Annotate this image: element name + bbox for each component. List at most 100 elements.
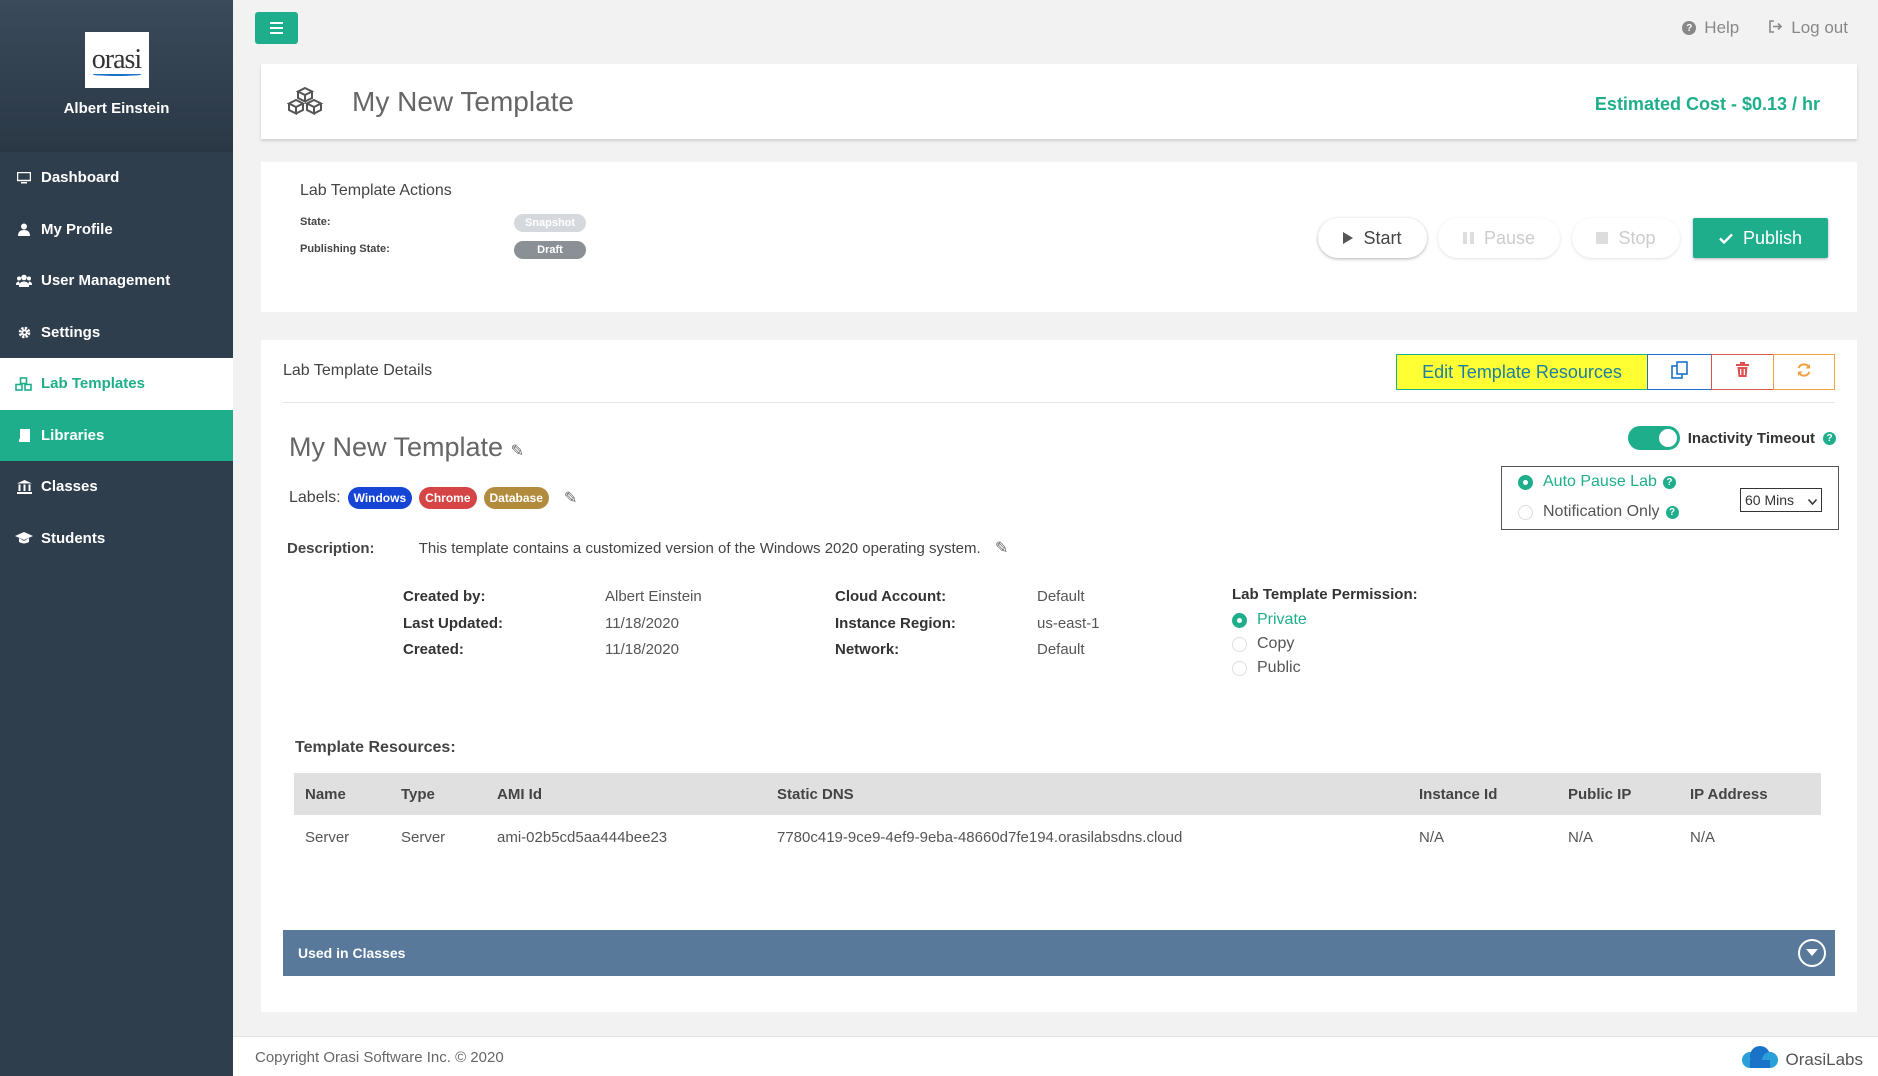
start-button[interactable]: Start	[1318, 218, 1427, 258]
created-by-label: Created by:	[403, 588, 486, 605]
column-header: AMI Id	[486, 773, 766, 815]
user-name: Albert Einstein	[63, 100, 170, 117]
question-icon: ?	[1682, 21, 1697, 35]
copy-button[interactable]	[1647, 354, 1712, 390]
sidebar-item-label: Libraries	[41, 426, 105, 444]
column-header: Static DNS	[766, 773, 1408, 815]
label-tag: Windows	[347, 487, 413, 509]
sidebar-item-dashboard[interactable]: Dashboard	[0, 152, 233, 204]
orasilabs-logo: OrasiLabs	[1738, 1045, 1863, 1074]
play-icon	[1343, 228, 1354, 249]
radio-selected-icon	[1232, 612, 1247, 628]
sidebar-item-label: Students	[41, 529, 106, 547]
column-header: Instance Id	[1408, 773, 1557, 815]
refresh-icon	[1796, 362, 1812, 383]
permission-private-radio[interactable]: Private	[1232, 611, 1307, 629]
sidebar-header: orasi Albert Einstein	[0, 0, 233, 152]
table-cell: ami-02b5cd5aa444bee23	[497, 828, 668, 846]
help-link[interactable]: ? Help	[1682, 18, 1739, 38]
last-updated-label: Last Updated:	[403, 615, 504, 632]
details-title: Lab Template Details	[283, 362, 433, 379]
graduation-cap-icon	[13, 531, 35, 545]
sidebar-item-label: My Profile	[41, 220, 113, 238]
sidebar-item-settings[interactable]: Settings	[0, 307, 233, 359]
state-label: State:	[300, 216, 331, 228]
created-label: Created:	[403, 641, 464, 658]
sidebar-item-label: Dashboard	[41, 169, 120, 187]
table-cell: 7780c419-9ce9-4ef9-9eba-48660d7fe194.ora…	[777, 828, 1183, 846]
table-row[interactable]: Server Server ami-02b5cd5aa444bee23 7780…	[294, 815, 1821, 859]
edit-labels-pencil-icon[interactable]: ✎	[564, 488, 577, 508]
sidebar-item-libraries[interactable]: Libraries	[0, 409, 233, 461]
permission-copy-radio[interactable]: Copy	[1232, 635, 1294, 653]
help-icon[interactable]: ?	[1662, 475, 1676, 489]
cubes-icon	[13, 376, 35, 391]
copyright-text: Copyright Orasi Software Inc. © 2020	[255, 1049, 504, 1066]
sidebar-item-my-profile[interactable]: My Profile	[0, 204, 233, 256]
labels-row: Labels: Windows Chrome Database ✎	[289, 487, 578, 509]
page-header: My New Template Estimated Cost - $0.13 /…	[261, 64, 1857, 139]
sidebar-item-label: Settings	[41, 323, 101, 341]
resources-title: Template Resources:	[295, 739, 456, 756]
edit-description-pencil-icon[interactable]: ✎	[995, 540, 1008, 557]
sidebar-item-classes[interactable]: Classes	[0, 461, 233, 513]
table-cell: N/A	[1568, 828, 1594, 846]
footer: Copyright Orasi Software Inc. © 2020 Ora…	[233, 1036, 1878, 1076]
created-by-value: Albert Einstein	[605, 588, 702, 605]
institution-icon	[13, 479, 35, 494]
publishing-state-label: Publishing State:	[300, 243, 390, 255]
refresh-button[interactable]	[1773, 354, 1835, 390]
publish-button[interactable]: Publish	[1693, 218, 1828, 258]
template-name: My New Template ✎	[289, 432, 524, 462]
sidebar-item-students[interactable]: Students	[0, 513, 233, 565]
table-cell: Server	[401, 828, 446, 846]
description-text: This template contains a customized vers…	[418, 540, 981, 557]
gear-icon	[13, 326, 35, 339]
inactivity-timeout-row: Inactivity Timeout ?	[1627, 426, 1836, 450]
sidebar: orasi Albert Einstein Dashboard My Profi…	[0, 0, 233, 1076]
auto-pause-radio[interactable]: Auto Pause Lab ?	[1518, 473, 1676, 491]
radio-icon	[1232, 660, 1247, 676]
cloud-icon	[1738, 1045, 1782, 1074]
sidebar-item-label: Classes	[41, 478, 98, 496]
help-icon[interactable]: ?	[1823, 431, 1836, 445]
notification-only-radio[interactable]: Notification Only ?	[1518, 503, 1679, 521]
trash-icon	[1736, 362, 1749, 382]
edit-template-resources-button[interactable]: Edit Template Resources	[1396, 354, 1648, 390]
orasi-logo: orasi	[84, 32, 149, 88]
radio-selected-icon	[1518, 474, 1533, 490]
lab-template-actions: Lab Template Actions State: Snapshot Pub…	[261, 162, 1857, 312]
description-row: Description: This template contains a cu…	[287, 540, 1009, 557]
sidebar-item-user-management[interactable]: User Management	[0, 255, 233, 307]
label-tag: Database	[483, 487, 549, 509]
top-links: ? Help Log out	[1682, 18, 1848, 38]
inactivity-timeout-toggle[interactable]	[1627, 426, 1680, 450]
menu-toggle-button[interactable]	[255, 12, 298, 44]
sidebar-item-lab-templates[interactable]: Lab Templates	[0, 358, 233, 410]
cubes-icon	[286, 86, 324, 121]
permission-public-radio[interactable]: Public	[1232, 659, 1301, 677]
table-cell: N/A	[1690, 828, 1716, 846]
sign-out-icon	[1769, 18, 1783, 38]
details-toolbar: Edit Template Resources	[1396, 354, 1835, 390]
sidebar-item-label: User Management	[41, 272, 171, 290]
permission-title: Lab Template Permission:	[1232, 586, 1418, 603]
timeout-select[interactable]: 60 Mins	[1740, 488, 1822, 512]
table-cell: N/A	[1419, 828, 1445, 846]
instance-region-value: us-east-1	[1037, 615, 1100, 632]
edit-name-pencil-icon[interactable]: ✎	[511, 443, 524, 460]
logout-link[interactable]: Log out	[1769, 18, 1848, 38]
chevron-circle-down-icon[interactable]	[1798, 939, 1826, 967]
delete-button[interactable]	[1711, 354, 1774, 390]
actions-title: Lab Template Actions	[300, 182, 452, 199]
help-icon[interactable]: ?	[1665, 505, 1679, 519]
used-in-classes-bar[interactable]: Used in Classes	[283, 930, 1835, 976]
page-title: My New Template	[352, 86, 575, 117]
inactivity-options-box: Auto Pause Lab ? Notification Only ? 60 …	[1501, 466, 1839, 530]
cloud-account-value: Default	[1037, 588, 1085, 605]
pause-button[interactable]: Pause	[1438, 218, 1560, 258]
last-updated-value: 11/18/2020	[605, 615, 679, 632]
cloud-account-label: Cloud Account:	[835, 588, 947, 605]
stop-button[interactable]: Stop	[1572, 218, 1680, 258]
sidebar-item-label: Lab Templates	[41, 375, 145, 393]
